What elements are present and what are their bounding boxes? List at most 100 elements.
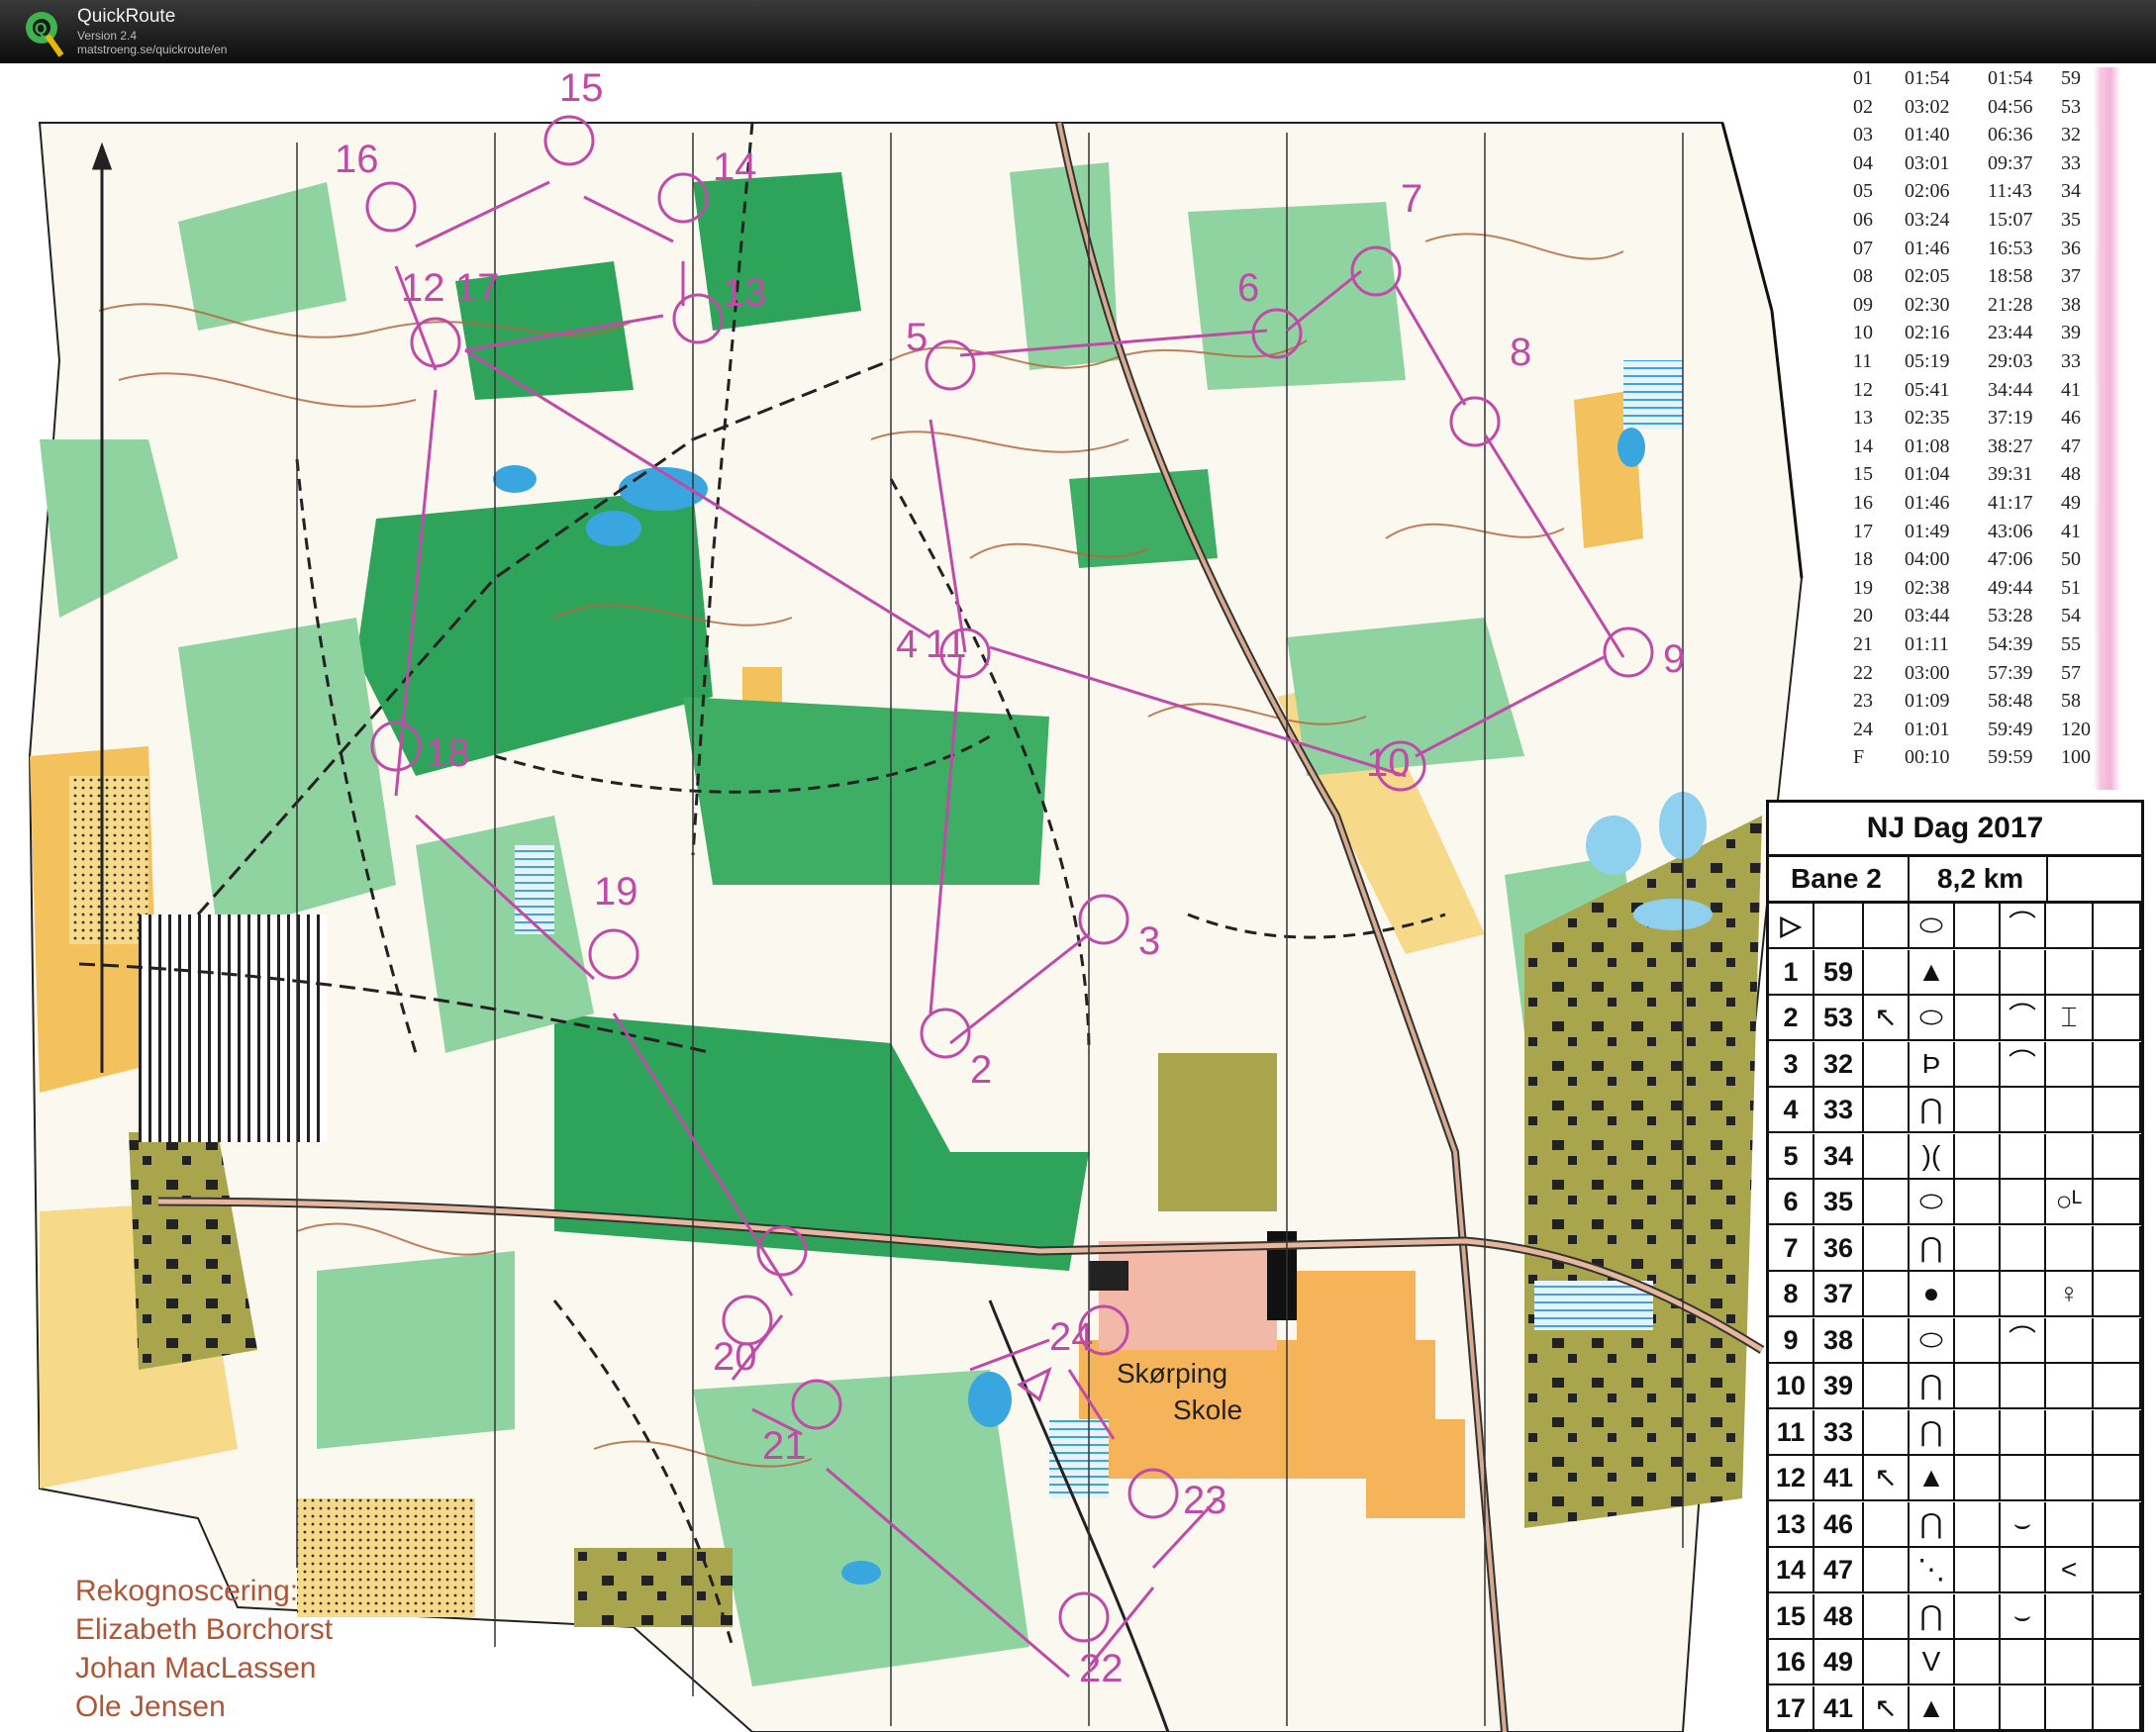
- split-control: 23: [1853, 690, 1873, 713]
- split-row: 19 02:38 49:44 51: [1841, 577, 2138, 602]
- split-control: 05: [1853, 180, 1873, 203]
- split-leg-time: 01:11: [1905, 633, 1949, 655]
- split-row: 22 03:00 57:39 57: [1841, 662, 2138, 687]
- desc-location: [2046, 1225, 2094, 1270]
- desc-appearance: [1955, 1225, 2001, 1270]
- desc-detail: ⌒: [2001, 1317, 2046, 1362]
- event-title: NJ Dag 2017: [1769, 803, 2141, 857]
- split-leg-time: 03:44: [1905, 605, 1950, 627]
- control-label-17: 17: [455, 266, 500, 310]
- split-control: 19: [1853, 576, 1873, 599]
- desc-other: [2094, 1409, 2141, 1454]
- credit-name-2: Johan MacLassen: [75, 1652, 317, 1684]
- desc-detail: ⌒: [2001, 1041, 2046, 1086]
- split-row: 11 05:19 29:03 33: [1841, 350, 2138, 375]
- control-label-4: 4: [896, 623, 918, 666]
- desc-code: 47: [1814, 1548, 1864, 1591]
- control-label-23: 23: [1183, 1479, 1227, 1522]
- desc-number: 12: [1769, 1456, 1814, 1499]
- desc-feature: ⋂: [1910, 1088, 1955, 1131]
- split-code: 33: [2061, 151, 2081, 174]
- desc-feature: ⋂: [1910, 1364, 1955, 1407]
- split-row: 18 04:00 47:06 50: [1841, 548, 2138, 573]
- desc-appearance: [1955, 1272, 2001, 1315]
- split-total-time: 18:58: [1988, 265, 2033, 288]
- desc-appearance: [1955, 1685, 2001, 1730]
- split-control: 14: [1853, 434, 1873, 457]
- split-row: 06 03:24 15:07 35: [1841, 209, 2138, 234]
- split-row: 20 03:44 53:28 54: [1841, 605, 2138, 629]
- description-row: 11 33 ⋂: [1769, 1409, 2141, 1456]
- credit-heading: Rekognoscering:: [75, 1575, 299, 1607]
- description-row: 17 41 ↖ ▲: [1769, 1685, 2141, 1732]
- desc-direction: [1864, 1409, 1910, 1454]
- split-row: 08 02:05 18:58 37: [1841, 265, 2138, 290]
- split-code: 49: [2061, 492, 2081, 514]
- desc-direction: [1864, 904, 1910, 947]
- desc-other: [2094, 1640, 2141, 1684]
- desc-location: ○ᴸ: [2046, 1180, 2094, 1223]
- desc-other: [2094, 1456, 2141, 1499]
- desc-other: [2094, 1501, 2141, 1546]
- desc-appearance: [1955, 1548, 2001, 1591]
- desc-feature: )(: [1910, 1133, 1955, 1178]
- desc-feature: ⬭: [1910, 1317, 1955, 1362]
- split-total-time: 39:31: [1988, 463, 2033, 486]
- desc-appearance: [1955, 1456, 2001, 1499]
- desc-code: [1814, 904, 1864, 947]
- desc-code: 59: [1814, 949, 1864, 994]
- desc-other: [2094, 1548, 2141, 1591]
- desc-number: 10: [1769, 1364, 1814, 1407]
- desc-code: 36: [1814, 1225, 1864, 1270]
- app-version: Version 2.4: [77, 29, 138, 43]
- split-code: 54: [2061, 605, 2081, 627]
- desc-location: ♀: [2046, 1272, 2094, 1315]
- credit-name-3: Ole Jensen: [75, 1690, 226, 1723]
- control-label-9: 9: [1663, 637, 1685, 681]
- desc-direction: [1864, 1041, 1910, 1086]
- split-leg-time: 01:54: [1905, 67, 1950, 89]
- control-label-10: 10: [1366, 741, 1411, 785]
- desc-other: [2094, 949, 2141, 994]
- split-total-time: 38:27: [1988, 434, 2033, 457]
- desc-direction: [1864, 1180, 1910, 1223]
- desc-location: ⌶: [2046, 996, 2094, 1039]
- control-label-8: 8: [1510, 331, 1531, 374]
- split-total-time: 23:44: [1988, 322, 2033, 344]
- desc-direction: [1864, 1593, 1910, 1638]
- split-total-time: 58:48: [1988, 690, 2033, 713]
- split-code: 38: [2061, 293, 2081, 316]
- description-row: ▷ ⬭ ⌒: [1769, 904, 2141, 949]
- split-leg-time: 03:01: [1905, 151, 1950, 174]
- desc-detail: ⌣: [2001, 1501, 2046, 1546]
- desc-location: [2046, 1088, 2094, 1131]
- desc-detail: ⌣: [2001, 1593, 2046, 1638]
- course-header: Bane 2 8,2 km: [1769, 857, 2141, 904]
- desc-direction: [1864, 1548, 1910, 1591]
- desc-number: 15: [1769, 1593, 1814, 1638]
- desc-number: 13: [1769, 1501, 1814, 1546]
- desc-number: 17: [1769, 1685, 1814, 1730]
- control-label-6: 6: [1237, 266, 1259, 310]
- split-leg-time: 01:46: [1905, 492, 1950, 514]
- split-total-time: 54:39: [1988, 633, 2033, 655]
- control-label-5: 5: [906, 316, 928, 359]
- desc-location: [2046, 1041, 2094, 1086]
- app-title: QuickRoute: [77, 6, 176, 27]
- desc-feature: ⬭: [1910, 904, 1955, 947]
- description-row: 14 47 ⋱ <: [1769, 1548, 2141, 1593]
- desc-other: [2094, 1364, 2141, 1407]
- desc-location: [2046, 1501, 2094, 1546]
- split-times-list: 01 01:54 01:54 59 02 03:02 04:56 53 03 01:40 06:36…: [1841, 67, 2138, 790]
- control-label-19: 19: [594, 870, 638, 914]
- control-label-18: 18: [426, 731, 470, 775]
- split-row: 21 01:11 54:39 55: [1841, 633, 2138, 658]
- split-total-time: 41:17: [1988, 492, 2033, 514]
- split-code: 100: [2061, 746, 2091, 769]
- desc-direction: [1864, 1501, 1910, 1546]
- app-url[interactable]: matstroeng.se/quickroute/en: [77, 43, 227, 56]
- split-code: 53: [2061, 95, 2081, 118]
- split-total-time: 34:44: [1988, 378, 2033, 401]
- split-total-time: 15:07: [1988, 209, 2033, 231]
- split-control: 08: [1853, 265, 1873, 288]
